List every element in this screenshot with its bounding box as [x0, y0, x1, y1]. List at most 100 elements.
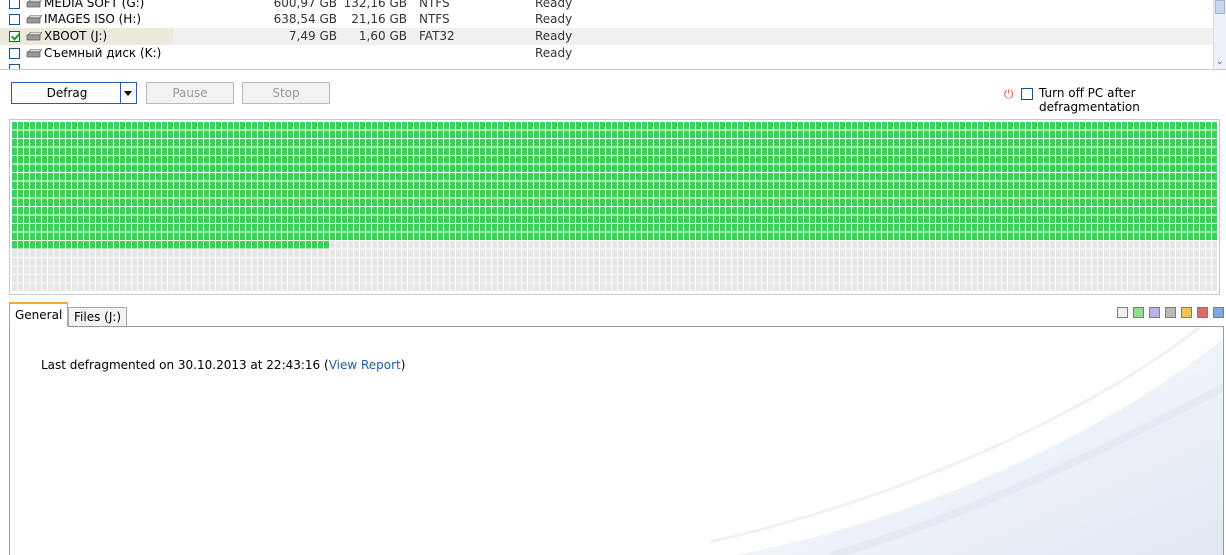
cluster-free	[450, 275, 455, 283]
cluster-free	[1038, 283, 1043, 291]
cluster-used	[1062, 122, 1067, 130]
cluster-used	[612, 173, 617, 181]
shutdown-checkbox[interactable]	[1021, 88, 1033, 100]
cluster-used	[1170, 164, 1175, 172]
cluster-free	[114, 258, 119, 266]
cluster-used	[954, 190, 959, 198]
drive-checkbox[interactable]	[9, 31, 20, 42]
legend-swatch[interactable]	[1117, 307, 1128, 318]
cluster-used	[582, 181, 587, 189]
cluster-used	[156, 198, 161, 206]
cluster-used	[690, 215, 695, 223]
cluster-used	[516, 190, 521, 198]
cluster-used	[798, 232, 803, 240]
cluster-used	[1140, 130, 1145, 138]
cluster-free	[582, 249, 587, 257]
cluster-free	[342, 258, 347, 266]
cluster-used	[888, 130, 893, 138]
legend-swatch[interactable]	[1181, 307, 1192, 318]
cluster-used	[282, 215, 287, 223]
cluster-used	[738, 147, 743, 155]
cluster-used	[822, 122, 827, 130]
cluster-free	[78, 266, 83, 274]
pause-button[interactable]: Pause	[146, 82, 234, 104]
cluster-free	[1002, 249, 1007, 257]
dropdown-arrow-icon[interactable]	[120, 83, 136, 103]
cluster-used	[1026, 139, 1031, 147]
cluster-used	[600, 207, 605, 215]
shutdown-label[interactable]: Turn off PC after defragmentation	[1039, 86, 1226, 114]
drive-checkbox[interactable]	[9, 0, 20, 9]
cluster-used	[48, 139, 53, 147]
drive-row[interactable]: Съемный диск (K:) Ready	[0, 45, 1214, 62]
legend-swatch[interactable]	[1213, 307, 1224, 318]
drive-row[interactable]: IMAGES ISO (H:) 638,54 GB 21,16 GB NTFS …	[0, 11, 1214, 28]
cluster-used	[984, 181, 989, 189]
cluster-used	[1200, 173, 1205, 181]
cluster-used	[1152, 181, 1157, 189]
cluster-free	[846, 266, 851, 274]
cluster-used	[102, 122, 107, 130]
cluster-used	[924, 139, 929, 147]
cluster-used	[1200, 122, 1205, 130]
cluster-used	[546, 181, 551, 189]
cluster-used	[738, 232, 743, 240]
cluster-used	[1206, 232, 1211, 240]
cluster-used	[690, 198, 695, 206]
tab-general[interactable]: General	[9, 302, 69, 327]
defrag-button[interactable]: Defrag	[11, 82, 137, 104]
cluster-used	[276, 215, 281, 223]
cluster-used	[948, 122, 953, 130]
cluster-used	[912, 156, 917, 164]
drive-row-selected[interactable]: XBOOT (J:) 7,49 GB 1,60 GB FAT32 Ready	[0, 28, 1214, 45]
cluster-used	[660, 190, 665, 198]
cluster-used	[258, 139, 263, 147]
legend-swatch[interactable]	[1149, 307, 1160, 318]
cluster-used	[162, 122, 167, 130]
legend-swatch[interactable]	[1133, 307, 1144, 318]
cluster-free	[288, 283, 293, 291]
cluster-used	[708, 215, 713, 223]
chevron-down-icon[interactable]: ⌄	[1216, 58, 1224, 67]
cluster-used	[210, 156, 215, 164]
cluster-used	[822, 139, 827, 147]
cluster-used	[486, 164, 491, 172]
cluster-used	[792, 147, 797, 155]
cluster-free	[456, 258, 461, 266]
legend-swatch[interactable]	[1197, 307, 1208, 318]
cluster-used	[840, 198, 845, 206]
cluster-used	[840, 139, 845, 147]
cluster-used	[138, 232, 143, 240]
cluster-used	[108, 207, 113, 215]
cluster-free	[180, 275, 185, 283]
drive-checkbox[interactable]	[9, 48, 20, 59]
cluster-used	[288, 241, 293, 249]
drive-checkbox[interactable]	[9, 14, 20, 25]
cluster-free	[708, 258, 713, 266]
cluster-used	[960, 215, 965, 223]
scrollbar-thumb[interactable]	[1215, 0, 1225, 14]
cluster-used	[474, 207, 479, 215]
cluster-free	[1074, 283, 1079, 291]
cluster-free	[402, 258, 407, 266]
cluster-used	[1068, 232, 1073, 240]
cluster-used	[828, 156, 833, 164]
stop-button[interactable]: Stop	[242, 82, 330, 104]
cluster-free	[306, 275, 311, 283]
tab-files[interactable]: Files (J:)	[68, 307, 128, 327]
cluster-free	[678, 275, 683, 283]
cluster-used	[1074, 173, 1079, 181]
cluster-used	[1014, 207, 1019, 215]
cluster-free	[1206, 241, 1211, 249]
cluster-free	[132, 275, 137, 283]
cluster-used	[702, 173, 707, 181]
cluster-used	[978, 156, 983, 164]
drive-list-scrollbar[interactable]: ⌄	[1213, 0, 1226, 69]
cluster-used	[1188, 122, 1193, 130]
cluster-used	[816, 156, 821, 164]
cluster-used	[1188, 198, 1193, 206]
cluster-free	[1128, 283, 1133, 291]
legend-swatch[interactable]	[1165, 307, 1176, 318]
cluster-used	[168, 164, 173, 172]
view-report-link[interactable]: View Report	[329, 358, 401, 372]
